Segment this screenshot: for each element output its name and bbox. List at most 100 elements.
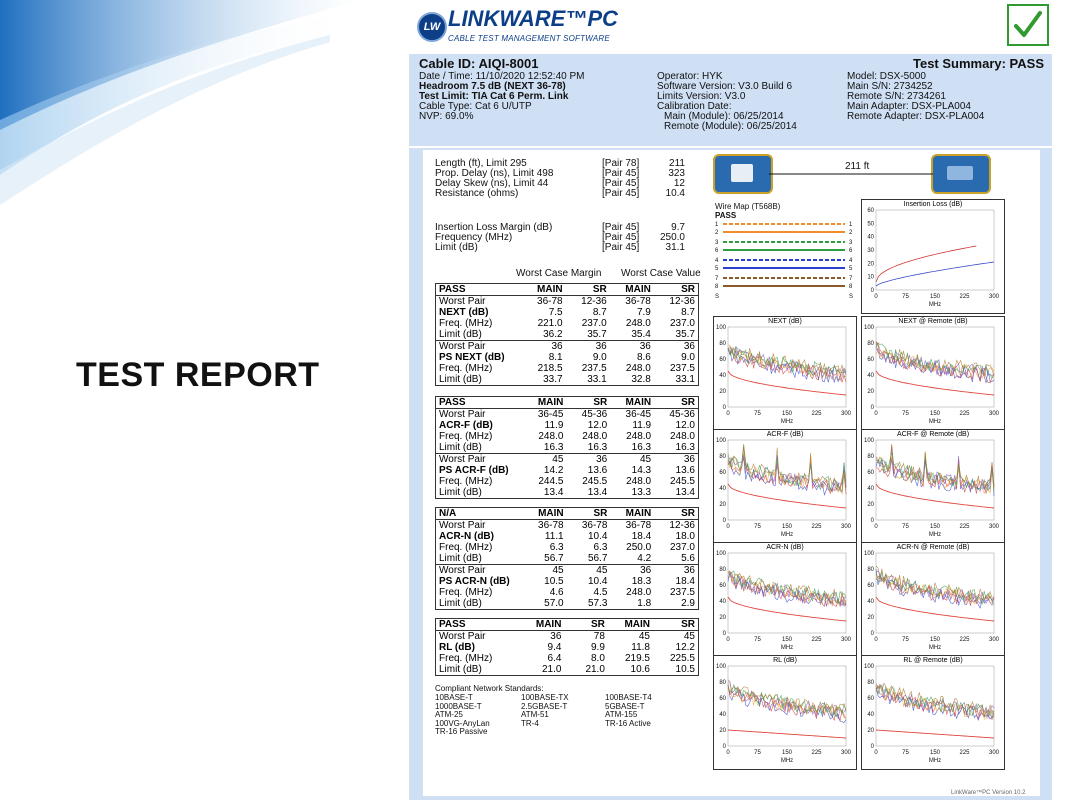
cell-value: 14.3: [631, 465, 652, 476]
row-label: ACR-F (dB): [439, 420, 493, 431]
wiremap-pin-left: 3: [715, 240, 719, 246]
row-label: ACR-N (dB): [439, 531, 494, 542]
wiremap-pin-right: 8: [849, 284, 853, 290]
results-panel: Length (ft), Limit 295 [Pair 78] 211 Prop. …: [423, 150, 1040, 796]
cell-value: 11.9: [544, 420, 564, 431]
cell-value: 219.5: [624, 653, 650, 664]
cell-value: 9.0: [592, 352, 607, 363]
row-label: Worst Pair: [435, 340, 521, 352]
results-table: N/A MAIN SR MAIN SR Worst Pair 36-78 36-78 36-78…: [435, 507, 699, 610]
measurement-value: 10.4: [665, 188, 685, 199]
x-axis-label: MHz: [781, 532, 793, 538]
y-tick-label: 60: [867, 583, 874, 589]
cell-value: 5.6: [681, 553, 695, 564]
cell-value: 18.4: [631, 531, 652, 542]
linkware-logo-badge: LW: [417, 12, 447, 42]
cell-value: 45: [610, 453, 655, 465]
table-column-header: MAIN: [607, 618, 653, 631]
row-label: Limit (dB): [439, 374, 482, 385]
cell-value: 36: [654, 564, 699, 576]
cell-value: 248.0: [626, 476, 652, 487]
x-tick-label: 300: [841, 411, 852, 417]
x-tick-label: 75: [902, 524, 909, 530]
cell-value: 21.0: [585, 664, 605, 675]
chart-plot: 0204060801000 75 150 225 300MHz: [716, 551, 852, 651]
row-label: NEXT (dB): [439, 307, 489, 318]
cell-value: 36.2: [543, 329, 563, 340]
cell-value: 8.1: [548, 352, 563, 363]
x-tick-label: 0: [874, 750, 878, 756]
cell-value: 36: [609, 340, 654, 352]
x-tick-label: 0: [726, 750, 730, 756]
cell-value: 33.7: [543, 374, 563, 385]
y-tick-label: 40: [867, 235, 874, 241]
y-tick-label: 100: [716, 551, 727, 557]
wiremap-pin-right: 3: [849, 240, 853, 246]
cell-value: 10.4: [587, 576, 608, 587]
wiremap-pin-left: S: [715, 294, 719, 300]
row-label: Limit (dB): [439, 664, 482, 675]
cell-value: 45: [521, 564, 567, 576]
x-tick-label: 225: [959, 411, 970, 417]
table-column-header: SR: [566, 396, 611, 409]
table-column-header: SR: [566, 507, 611, 520]
x-axis-label: MHz: [929, 645, 941, 651]
cell-value: 237.5: [669, 587, 695, 598]
wiremap-pin-right: 6: [849, 248, 853, 254]
x-axis-label: MHz: [929, 302, 941, 308]
measurement-pair: [Pair 45]: [602, 242, 640, 253]
y-tick-label: 100: [864, 664, 875, 670]
table-column-header: MAIN: [520, 283, 566, 296]
table-column-header: SR: [653, 618, 699, 631]
chart-4: ACR-F @ Remote (dB) 0 20 40 60 80 100 0 75 150 225…: [861, 429, 1005, 544]
cell-value: 13.6: [675, 465, 695, 476]
chart-0: Insertion Loss (dB) 0 10 20 30 40 50 60 0 75 150 22…: [861, 199, 1005, 314]
x-tick-label: 225: [959, 637, 970, 643]
x-tick-label: 225: [959, 294, 970, 300]
cell-value: 36: [654, 453, 699, 465]
decorative-swoosh: [0, 0, 360, 205]
x-tick-label: 75: [902, 750, 909, 756]
y-tick-label: 20: [719, 728, 726, 734]
cell-value: 18.0: [675, 531, 695, 542]
wiremap-pin-right: 1: [849, 222, 853, 228]
limit-trace: [727, 729, 847, 739]
cell-value: 36-78: [625, 296, 651, 307]
x-tick-label: 75: [902, 411, 909, 417]
cell-value: 9.9: [591, 642, 605, 653]
cell-value: 8.7: [681, 307, 695, 318]
x-tick-label: 0: [874, 637, 878, 643]
pass-checkbox: [1007, 4, 1049, 46]
x-axis-label: MHz: [929, 419, 941, 425]
cell-value: 36-45: [625, 409, 652, 420]
x-tick-label: 225: [959, 750, 970, 756]
x-tick-label: 75: [754, 750, 761, 756]
y-tick-label: 40: [867, 486, 874, 492]
x-axis-label: MHz: [781, 758, 793, 764]
cell-value: 36: [610, 564, 655, 576]
cell-value: 14.2: [543, 465, 564, 476]
table-row: Freq. (MHz) 244.5 245.5 248.0 245.5: [436, 476, 699, 487]
x-tick-label: 300: [989, 294, 1000, 300]
summary-remote-adapter: Remote Adapter: DSX-PLA004: [847, 111, 985, 122]
row-label: Limit (dB): [439, 553, 482, 564]
cell-value: 10.5: [544, 576, 564, 587]
row-label: RL (dB): [439, 642, 475, 653]
cell-value: 18.4: [675, 576, 695, 587]
cell-value: 57.0: [544, 598, 564, 609]
wiremap-pin-left: 1: [715, 222, 719, 228]
chart-6: ACR-N @ Remote (dB) 0 20 40 60 80 100 0 75 150 225…: [861, 542, 1005, 657]
table-status: PASS: [435, 396, 522, 409]
report-header: LW LINKWARE™PC CABLE TEST MANAGEMENT SOF…: [409, 0, 1052, 52]
y-tick-label: 20: [719, 502, 726, 508]
cell-value: 244.5: [538, 476, 564, 487]
x-tick-label: 150: [782, 750, 793, 756]
wiremap-pin-left: 4: [715, 258, 719, 264]
table-column-header: MAIN: [521, 507, 567, 520]
cell-value: 248.0: [625, 318, 651, 329]
chart-plot: 0204060801000 75 150 225 300MHz: [716, 438, 852, 538]
chart-plot: 0204060801000 75 150 225 300MHz: [864, 551, 1000, 651]
cell-value: 45: [521, 453, 567, 465]
cell-value: 36: [520, 340, 566, 352]
table-status: PASS: [435, 618, 518, 631]
